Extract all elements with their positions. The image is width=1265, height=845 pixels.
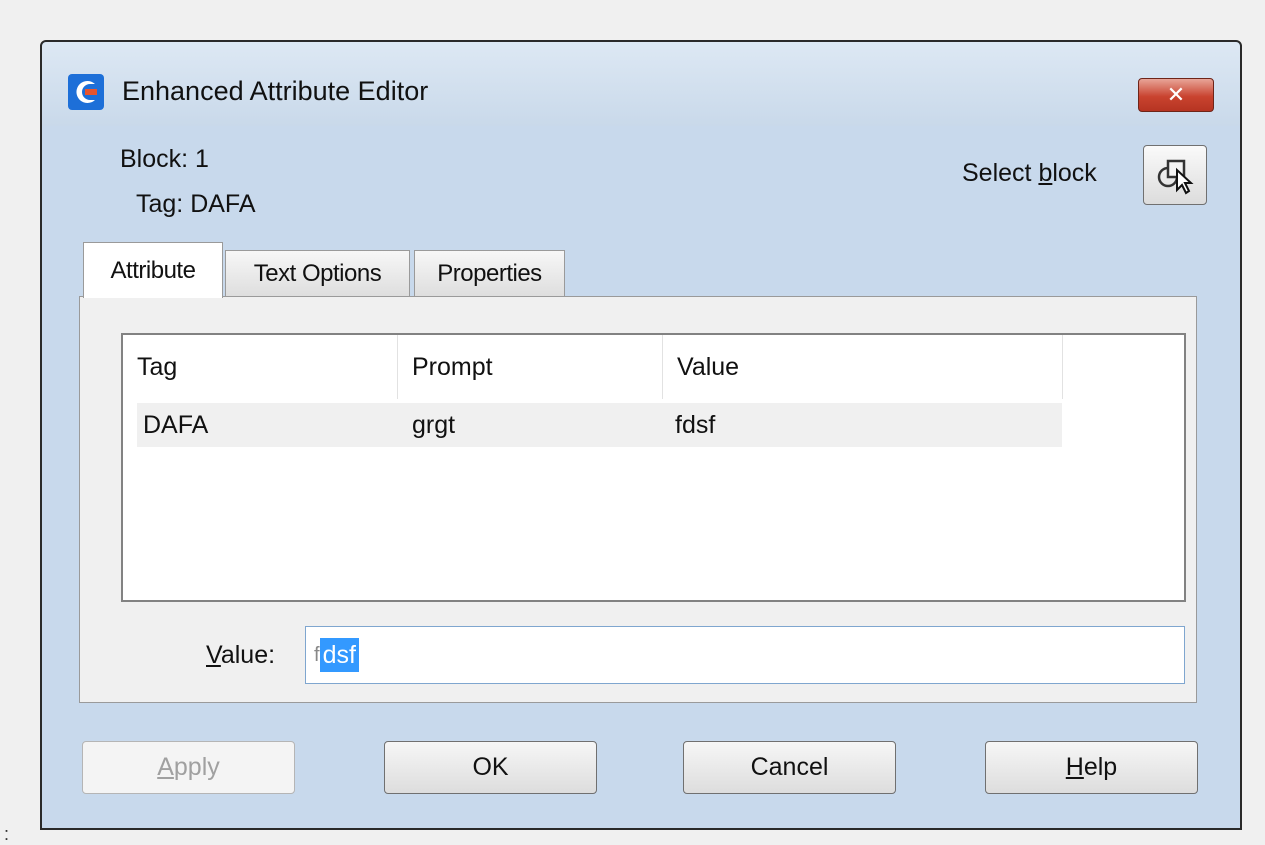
value-label: Value: xyxy=(206,641,275,670)
tab-attribute[interactable]: Attribute xyxy=(83,242,223,298)
pick-block-icon xyxy=(1157,159,1194,195)
value-input-selected-text: dsf xyxy=(319,638,359,672)
apply-button[interactable]: Apply xyxy=(82,741,295,794)
block-info: Block: 1 xyxy=(120,145,209,173)
value-label-rest: alue: xyxy=(220,641,276,669)
cancel-button[interactable]: Cancel xyxy=(683,741,896,794)
tag-info: Tag: DAFA xyxy=(136,190,256,218)
column-header-filler xyxy=(1063,335,1184,399)
column-header-prompt[interactable]: Prompt xyxy=(398,335,663,399)
value-label-mnemonic: V xyxy=(206,641,221,669)
attribute-list[interactable]: Tag Prompt Value DAFA grgt fdsf xyxy=(121,333,1186,602)
help-button[interactable]: Help xyxy=(985,741,1198,794)
table-row[interactable] xyxy=(137,403,1062,447)
apply-mnemonic: A xyxy=(157,753,174,781)
select-block-label-post: lock xyxy=(1052,159,1097,187)
window-title: Enhanced Attribute Editor xyxy=(122,76,429,106)
close-button[interactable]: ✕ xyxy=(1138,78,1214,112)
select-block-button[interactable] xyxy=(1143,145,1207,205)
column-header-tag[interactable]: Tag xyxy=(123,335,398,399)
select-block-mnemonic: b xyxy=(1038,159,1053,187)
row-prompt-cell: grgt xyxy=(412,410,456,439)
tab-text-options[interactable]: Text Options xyxy=(225,250,410,296)
help-label-rest: elp xyxy=(1083,753,1118,781)
row-tag-cell: DAFA xyxy=(143,410,209,439)
edge-mark: : xyxy=(4,824,10,844)
row-value-cell: fdsf xyxy=(675,410,716,439)
ok-button[interactable]: OK xyxy=(384,741,597,794)
close-icon: ✕ xyxy=(1166,82,1186,107)
select-block-label: Select block xyxy=(962,159,1097,188)
app-logo-icon xyxy=(68,74,104,110)
apply-label-rest: pply xyxy=(173,753,220,781)
column-header-value[interactable]: Value xyxy=(663,335,1063,399)
tab-properties[interactable]: Properties xyxy=(414,250,565,296)
title-bar[interactable]: Enhanced Attribute Editor ✕ xyxy=(42,42,1240,126)
help-mnemonic: H xyxy=(1065,753,1084,781)
select-block-label-pre: Select xyxy=(962,159,1039,187)
value-input[interactable]: f dsf xyxy=(305,626,1185,684)
